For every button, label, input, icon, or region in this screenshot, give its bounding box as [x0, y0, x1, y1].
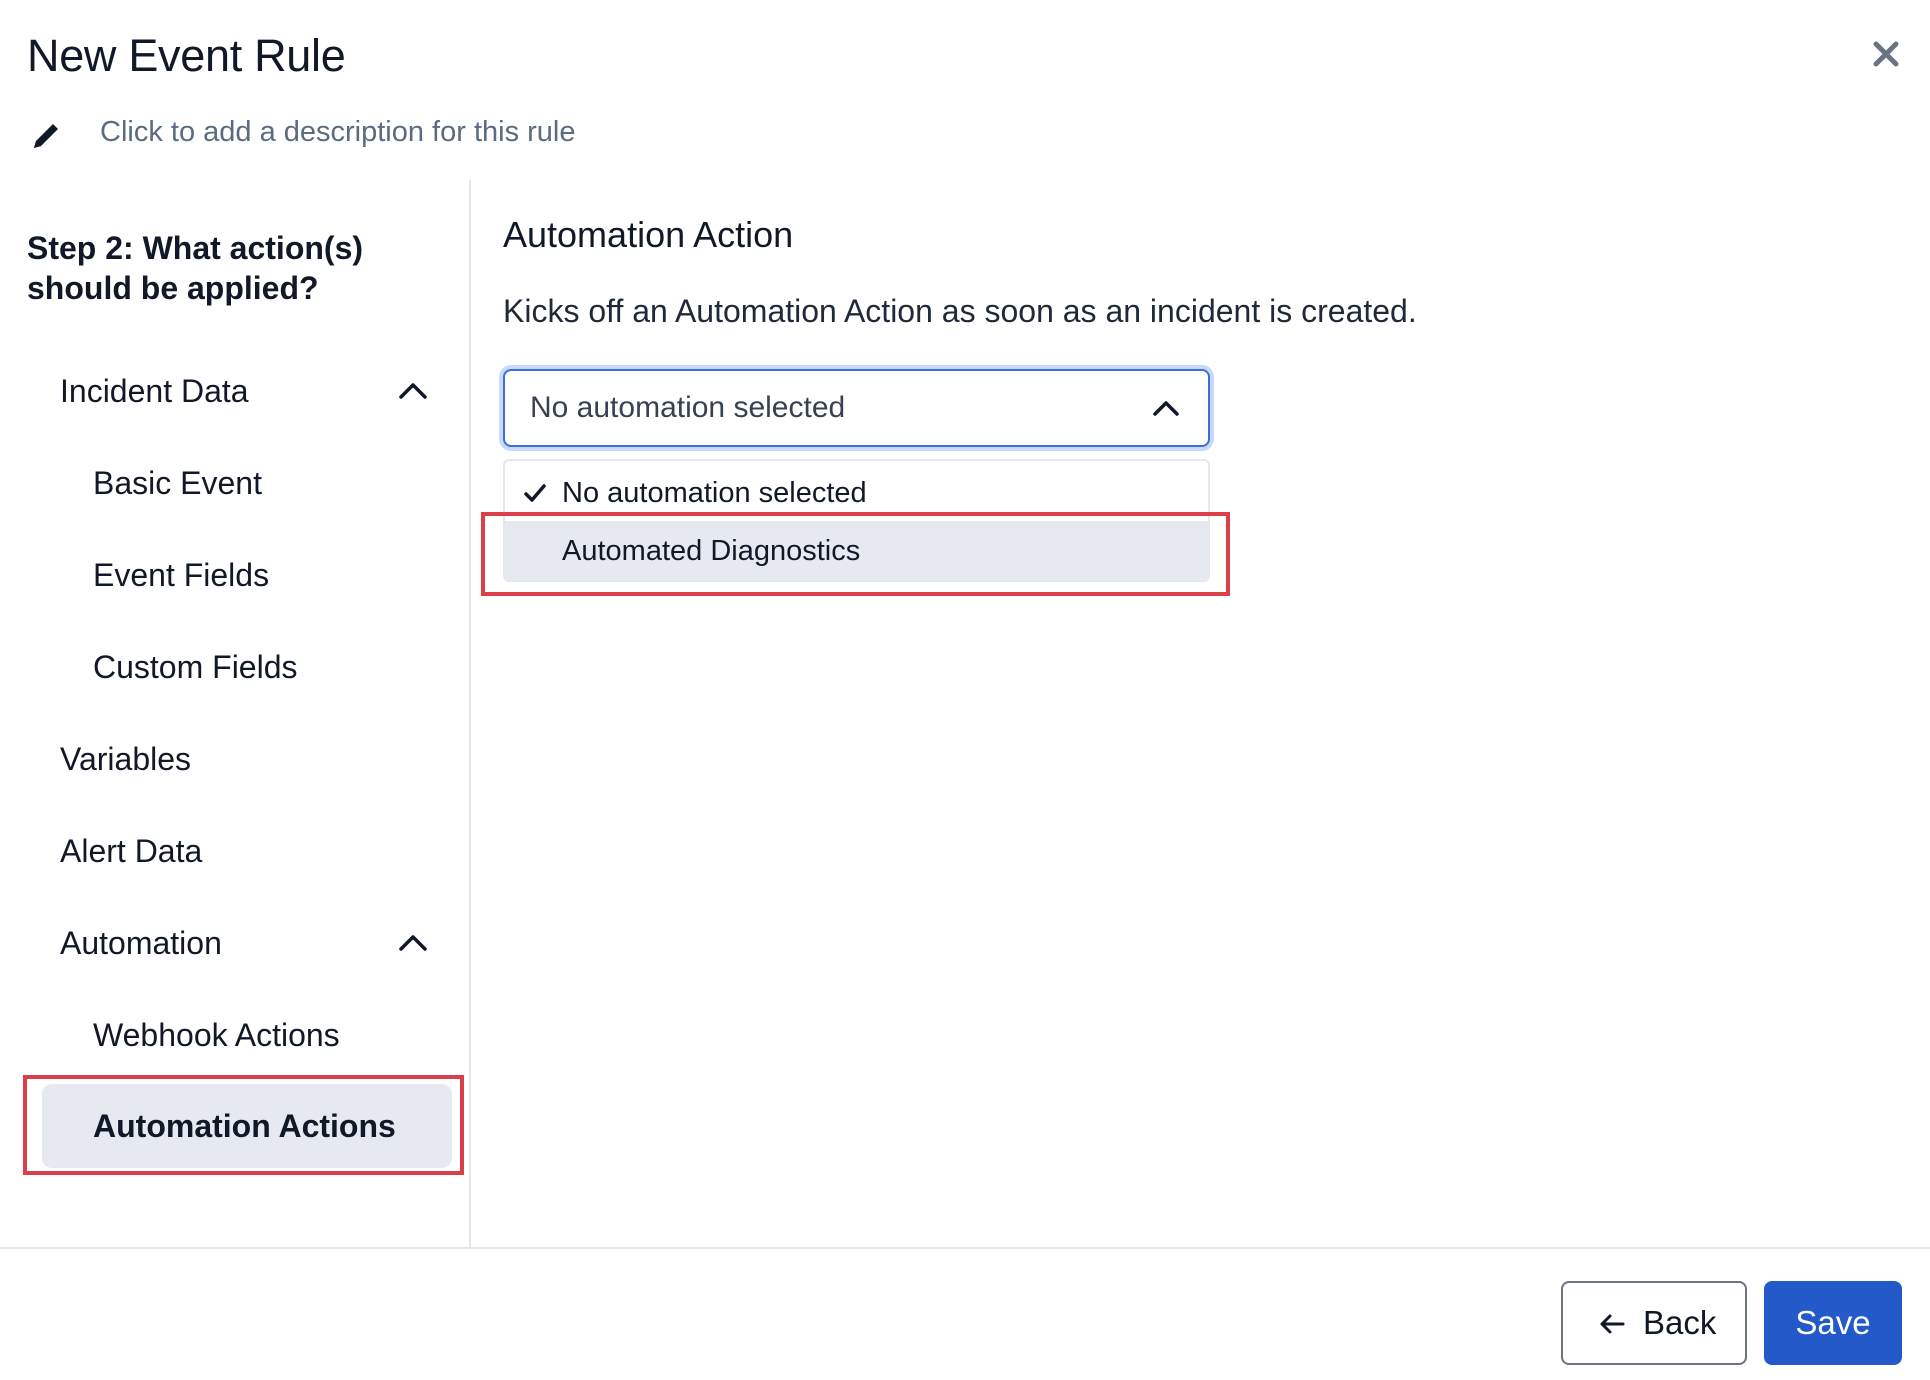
- sidebar-item-label: Variables: [60, 740, 192, 777]
- sidebar-item-automation[interactable]: Automation: [60, 913, 222, 973]
- sidebar-item-label: Event Fields: [93, 556, 270, 593]
- arrow-left-icon: [1600, 1314, 1625, 1334]
- sidebar-item-incident-data[interactable]: Incident Data: [60, 361, 249, 421]
- section-title: Automation Action: [503, 214, 794, 255]
- highlight-box: [481, 512, 1230, 596]
- dialog-title: New Event Rule: [27, 30, 346, 81]
- edit-description[interactable]: [28, 116, 64, 156]
- sidebar-item-alert-data[interactable]: Alert Data: [60, 821, 202, 881]
- step-title: Step 2: What action(s) should be applied…: [27, 230, 364, 306]
- chevron-up-icon[interactable]: [393, 371, 433, 411]
- sidebar-item-label: Automation: [60, 924, 222, 961]
- highlight-box: [23, 1075, 464, 1175]
- sidebar-item-label: Webhook Actions: [93, 1016, 340, 1053]
- back-button[interactable]: Back: [1561, 1281, 1747, 1365]
- sidebar-divider: [469, 180, 471, 1248]
- pencil-icon: [34, 124, 58, 148]
- chevron-up-icon[interactable]: [393, 923, 433, 963]
- chevron-up-icon: [1153, 401, 1179, 416]
- sidebar-item-label: Incident Data: [60, 372, 249, 409]
- section-description: Kicks off an Automation Action as soon a…: [503, 293, 1417, 329]
- close-button[interactable]: [1866, 34, 1906, 74]
- save-button[interactable]: Save: [1764, 1281, 1902, 1365]
- select-value: No automation selected: [530, 391, 846, 424]
- description-placeholder[interactable]: Click to add a description for this rule: [100, 116, 576, 149]
- sidebar-item-variables[interactable]: Variables: [60, 729, 191, 789]
- back-label: Back: [1643, 1304, 1717, 1341]
- sidebar-item-custom-fields[interactable]: Custom Fields: [93, 637, 298, 697]
- check-icon: [524, 484, 546, 502]
- sidebar-item-label: Basic Event: [93, 464, 262, 501]
- sidebar-item-basic-event[interactable]: Basic Event: [93, 453, 262, 513]
- sidebar-item-label: Alert Data: [60, 832, 203, 869]
- sidebar-item-label: Custom Fields: [93, 648, 298, 685]
- automation-select[interactable]: No automation selected: [503, 369, 1210, 447]
- footer-divider: [0, 1247, 1930, 1249]
- sidebar-item-webhook-actions[interactable]: Webhook Actions: [93, 1005, 340, 1065]
- sidebar-item-event-fields[interactable]: Event Fields: [93, 545, 269, 605]
- close-icon: [1873, 41, 1899, 67]
